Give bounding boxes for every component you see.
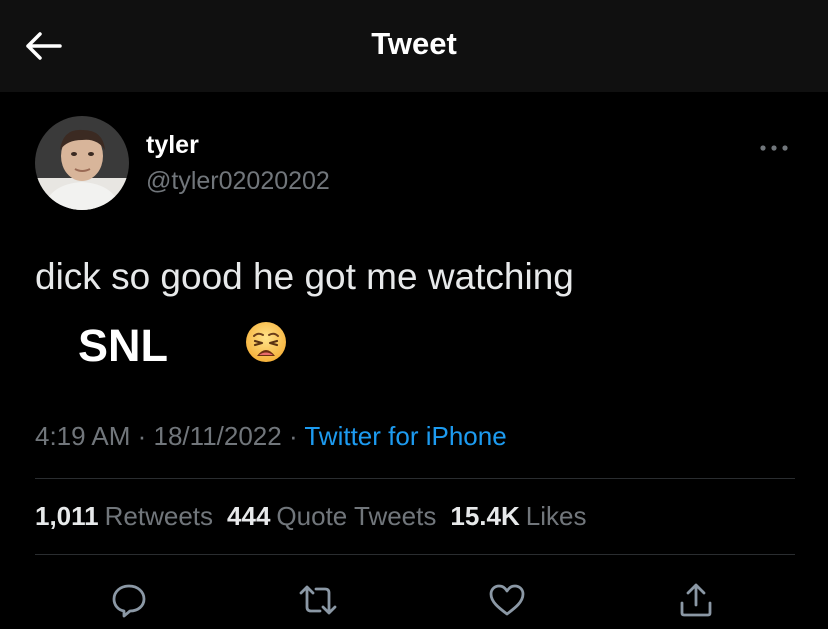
reply-icon [112,584,146,618]
engagement-stats: 1,011 Retweets 444 Quote Tweets 15.4K Likes [35,501,600,532]
heart-icon [489,584,525,616]
divider [35,554,795,555]
retweets-stat[interactable]: 1,011 Retweets [35,501,213,532]
profile-photo-icon [35,116,129,210]
page-title: Tweet [371,26,457,61]
share-icon [680,583,712,617]
divider [35,478,795,479]
tweet-time: 4:19 AM [35,421,131,451]
quote-tweets-stat[interactable]: 444 Quote Tweets [227,501,436,532]
retweets-count: 1,011 [35,501,99,531]
weary-face-emoji-icon [244,320,288,364]
meta-separator: · [130,421,154,451]
tweet-source-link[interactable]: Twitter for iPhone [304,421,506,451]
more-options-button[interactable] [754,138,794,158]
meta-separator: · [281,421,305,451]
quote-tweets-label: Quote Tweets [276,501,437,531]
more-horizontal-icon [760,145,788,151]
tweet-text: dick so good he got me watching [35,256,574,297]
likes-label: Likes [525,501,587,531]
tweet-meta: 4:19 AM · 18/11/2022 · Twitter for iPhon… [35,421,507,452]
likes-stat[interactable]: 15.4K Likes [450,501,586,532]
retweet-icon [299,585,337,615]
quote-tweets-count: 444 [227,501,271,531]
like-button[interactable] [487,580,527,620]
overlay-caption: SNL [78,320,168,371]
author-handle[interactable]: @tyler02020202 [146,167,330,196]
avatar[interactable] [35,116,129,210]
reply-button[interactable] [109,580,149,620]
retweet-button[interactable] [298,580,338,620]
share-button[interactable] [676,580,716,620]
top-bar: Tweet [0,0,828,92]
author-name[interactable]: tyler [146,131,199,160]
likes-count: 15.4K [450,501,520,531]
tweet-date: 18/11/2022 [153,421,282,451]
retweets-label: Retweets [104,501,214,531]
